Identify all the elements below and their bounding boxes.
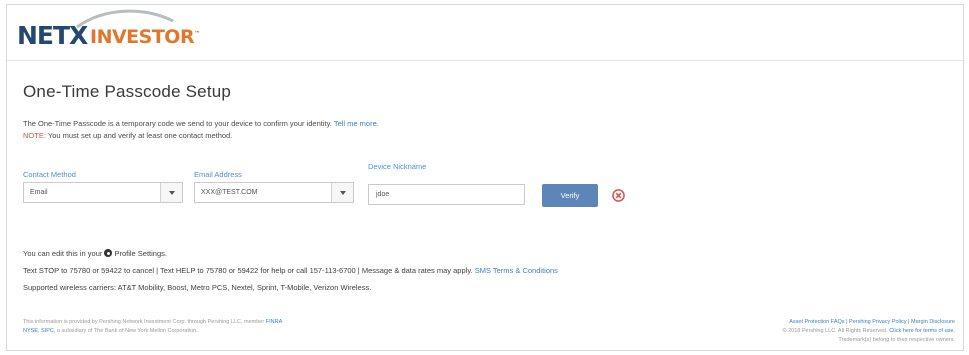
chevron-down-icon bbox=[169, 191, 175, 195]
header: NETX INVESTOR™ bbox=[7, 5, 963, 61]
chevron-down-icon bbox=[340, 191, 346, 195]
nyse-sipc-link[interactable]: NYSE, SIPC bbox=[23, 328, 54, 334]
legal-disclosure-left: This information is provided by Pershing… bbox=[23, 319, 283, 334]
finra-link[interactable]: FINRA bbox=[266, 319, 283, 325]
email-address-label: Email Address bbox=[194, 170, 242, 179]
sms-terms-link[interactable]: SMS Terms & Conditions bbox=[475, 266, 558, 275]
remove-contact-icon[interactable] bbox=[612, 189, 625, 202]
contact-method-label: Contact Method bbox=[23, 170, 76, 179]
device-nickname-input[interactable]: jdoe bbox=[368, 184, 525, 205]
note-label: NOTE: bbox=[23, 131, 46, 140]
tell-me-more-link[interactable]: Tell me more. bbox=[334, 119, 379, 128]
supported-carriers-text: Supported wireless carriers: AT&T Mobili… bbox=[23, 283, 372, 292]
gear-icon bbox=[104, 249, 113, 257]
logo-investor: INVESTOR™ bbox=[90, 26, 200, 48]
trademark-text: Trademark(s) belong to their respective … bbox=[838, 337, 955, 343]
verify-button[interactable]: Verify bbox=[542, 184, 598, 207]
contact-method-dropdown-toggle[interactable] bbox=[160, 183, 182, 202]
sms-info-text: Text STOP to 75780 or 59422 to cancel | … bbox=[23, 266, 558, 275]
contact-method-select[interactable]: Email bbox=[23, 182, 183, 203]
contact-method-value: Email bbox=[30, 189, 48, 196]
email-address-value: XXX@TEST.COM bbox=[201, 189, 258, 196]
email-address-dropdown-toggle[interactable] bbox=[331, 183, 353, 202]
profile-settings-text: You can edit this in your Profile Settin… bbox=[23, 249, 167, 258]
page-title: One-Time Passcode Setup bbox=[23, 82, 232, 101]
policy-links[interactable]: Asset Protection FAQs | Pershing Privacy… bbox=[783, 318, 955, 327]
logo-netx: NETX bbox=[17, 21, 88, 50]
device-nickname-label: Device Nickname bbox=[368, 162, 427, 171]
email-address-select[interactable]: XXX@TEST.COM bbox=[194, 182, 354, 203]
page-frame: NETX INVESTOR™ One-Time Passcode Setup T… bbox=[6, 4, 964, 351]
note-text: NOTE: You must set up and verify at leas… bbox=[23, 131, 233, 140]
terms-of-use-link[interactable]: Click here for terms of use. bbox=[889, 328, 955, 334]
intro-text: The One-Time Passcode is a temporary cod… bbox=[23, 119, 379, 128]
profile-settings-link[interactable]: Profile Settings. bbox=[114, 249, 167, 258]
legal-disclosure-right: Asset Protection FAQs | Pershing Privacy… bbox=[782, 318, 956, 343]
